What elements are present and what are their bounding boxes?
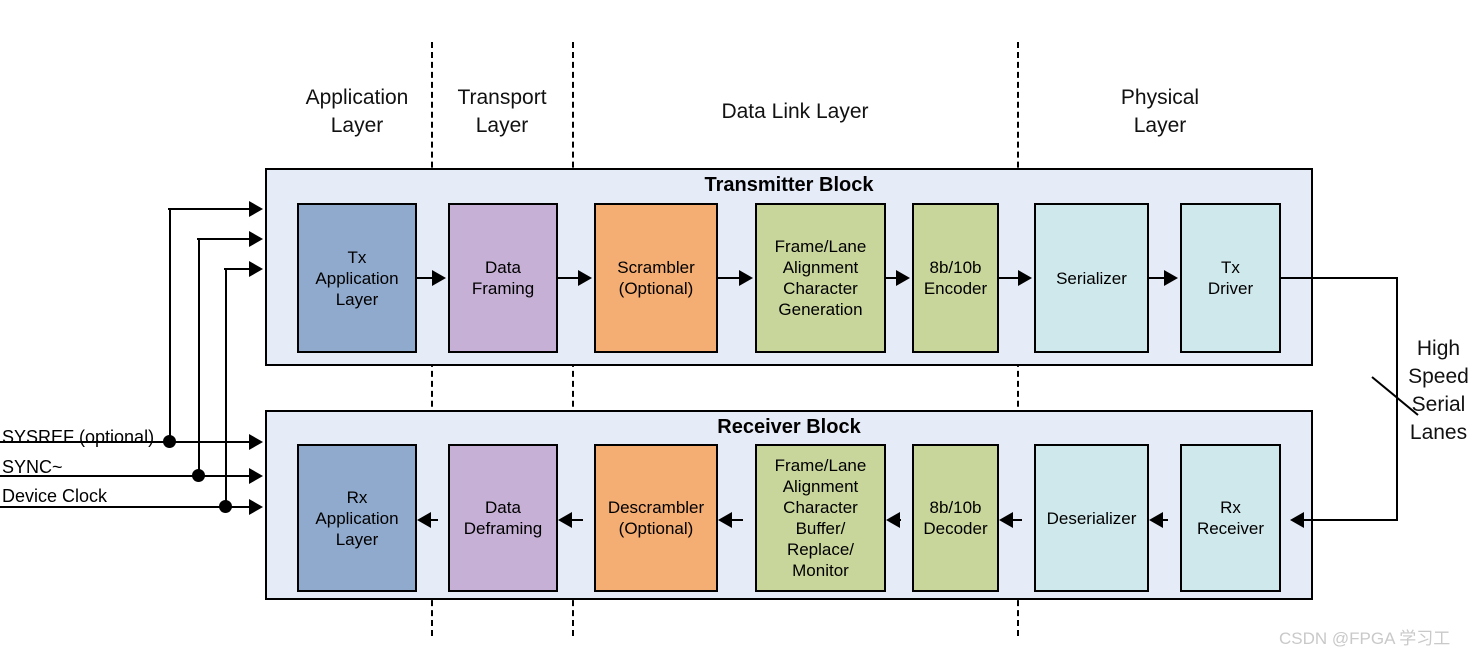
signal-branch-device-clock-horizontal <box>224 268 250 270</box>
serial-lane-top-line <box>1281 277 1398 279</box>
signal-branch-sysref-horizontal <box>168 208 250 210</box>
receiver-block-title: Receiver Block <box>717 416 861 438</box>
signal-branch-sync-horizontal <box>197 238 250 240</box>
annotation-high-speed-serial-lanes: High Speed Serial Lanes <box>1408 337 1469 444</box>
stage-deserializer[interactable]: Deserializer <box>1034 444 1149 592</box>
stage-frame-lane-alignment-buffer[interactable]: Frame/Lane Alignment Character Buffer/ R… <box>755 444 886 592</box>
rx-connector-6-arrow <box>1149 512 1163 528</box>
tx-connector-1-arrow <box>432 270 446 286</box>
signal-branch-device-clock-vertical <box>225 268 227 507</box>
signal-label-sysref: SYSREF (optional) <box>2 427 155 447</box>
layer-title-datalink: Data Link Layer <box>721 100 869 123</box>
diagram-canvas: Application Layer Transport Layer Data L… <box>0 0 1481 656</box>
tx-connector-6-arrow <box>1164 270 1178 286</box>
watermark-text: CSDN @FPGA 学习工 <box>1279 629 1451 648</box>
rx-connector-3-arrow <box>718 512 732 528</box>
tx-connector-5-line <box>999 277 1019 279</box>
stage-serializer[interactable]: Serializer <box>1034 203 1149 353</box>
tx-connector-6-line <box>1149 277 1165 279</box>
signal-line-sync-rx <box>0 475 250 477</box>
stage-frame-lane-alignment-generation[interactable]: Frame/Lane Alignment Character Generatio… <box>755 203 886 353</box>
stage-data-deframing[interactable]: Data Deframing <box>448 444 558 592</box>
stage-rx-receiver[interactable]: Rx Receiver <box>1180 444 1281 592</box>
rx-connector-2-arrow <box>558 512 572 528</box>
signal-arrow-device-clock-rx <box>249 499 263 515</box>
layer-title-physical: Physical Layer <box>1120 86 1200 137</box>
signal-arrow-sysref-tx <box>249 201 263 217</box>
tx-connector-5-arrow <box>1018 270 1032 286</box>
stage-8b10b-decoder[interactable]: 8b/10b Decoder <box>912 444 999 592</box>
tx-connector-2-line <box>558 277 580 279</box>
tx-connector-3-line <box>718 277 740 279</box>
signal-arrow-sysref-rx <box>249 434 263 450</box>
signal-arrow-device-clock-tx <box>249 261 263 277</box>
layer-title-application: Application Layer <box>305 86 409 137</box>
signal-arrow-sync-tx <box>249 231 263 247</box>
signal-label-device-clock: Device Clock <box>2 486 108 506</box>
signal-arrow-sync-rx <box>249 468 263 484</box>
signal-branch-sync-vertical <box>198 238 200 476</box>
rx-connector-1-arrow <box>417 512 431 528</box>
signal-line-sysref-rx <box>0 441 250 443</box>
stage-data-framing[interactable]: Data Framing <box>448 203 558 353</box>
signal-branch-sysref-vertical <box>169 208 171 442</box>
stage-tx-application-layer[interactable]: Tx Application Layer <box>297 203 417 353</box>
stage-rx-application-layer[interactable]: Rx Application Layer <box>297 444 417 592</box>
tx-connector-3-arrow <box>739 270 753 286</box>
tx-connector-4-arrow <box>896 270 910 286</box>
stage-tx-driver[interactable]: Tx Driver <box>1180 203 1281 353</box>
rx-connector-4-arrow <box>886 512 900 528</box>
stage-descrambler[interactable]: Descrambler (Optional) <box>594 444 718 592</box>
signal-line-device-clock-rx <box>0 506 250 508</box>
stage-8b10b-encoder[interactable]: 8b/10b Encoder <box>912 203 999 353</box>
stage-scrambler[interactable]: Scrambler (Optional) <box>594 203 718 353</box>
tx-connector-2-arrow <box>578 270 592 286</box>
layer-title-transport: Transport Layer <box>457 86 547 137</box>
transmitter-block-title: Transmitter Block <box>704 174 874 196</box>
rx-connector-5-arrow <box>999 512 1013 528</box>
serial-lane-bottom-line <box>1303 519 1398 521</box>
serial-lane-arrow <box>1290 512 1304 528</box>
